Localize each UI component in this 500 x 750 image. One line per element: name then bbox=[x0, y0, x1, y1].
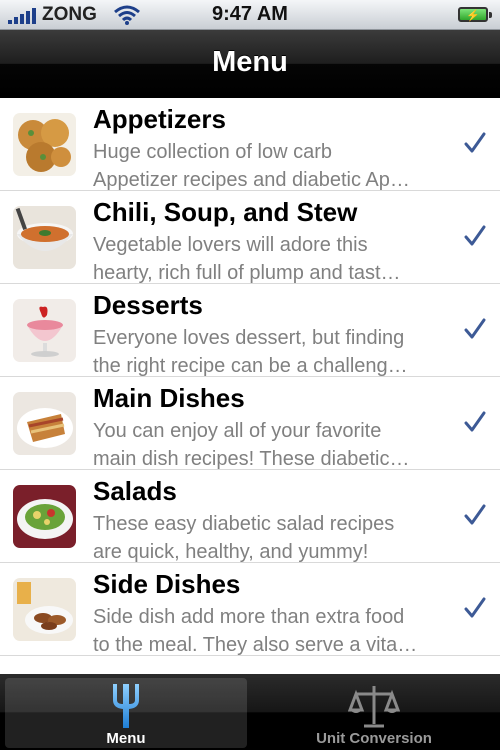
item-title: Main Dishes bbox=[93, 383, 245, 413]
list-item-chili-soup-stew[interactable]: Chili, Soup, and Stew Vegetable lovers w… bbox=[0, 191, 500, 284]
item-description-line: These easy diabetic salad recipes bbox=[93, 513, 395, 535]
item-description: Vegetable lovers will adore this hearty,… bbox=[93, 231, 453, 287]
scale-icon bbox=[347, 686, 401, 728]
item-description-line: hearty, rich full of plump and tast… bbox=[93, 262, 401, 284]
fork-icon bbox=[113, 684, 139, 728]
item-description: These easy diabetic salad recipes are qu… bbox=[93, 510, 453, 566]
item-description-line: Side dish add more than extra food bbox=[93, 606, 405, 628]
item-description: You can enjoy all of your favorite main … bbox=[93, 417, 453, 473]
page-title: Menu bbox=[212, 46, 288, 78]
salad-photo-icon bbox=[13, 485, 76, 548]
list-item-desserts[interactable]: Desserts Everyone loves dessert, but fin… bbox=[0, 284, 500, 377]
item-title: Desserts bbox=[93, 290, 203, 320]
item-description-line: to the meal. They also serve a vita… bbox=[93, 634, 418, 656]
item-title: Appetizers bbox=[93, 104, 226, 134]
soup-photo-icon bbox=[13, 206, 76, 269]
list-item-appetizers[interactable]: Appetizers Huge collection of low carb A… bbox=[0, 98, 500, 191]
tab-label: Menu bbox=[106, 730, 146, 747]
checkmark-icon bbox=[464, 318, 486, 339]
item-description-line: are quick, healthy, and yummy! bbox=[93, 541, 369, 563]
list-item-side-dishes[interactable]: Side Dishes Side dish add more than extr… bbox=[0, 563, 500, 656]
navigation-bar: Menu bbox=[0, 30, 500, 98]
status-time: 9:47 AM bbox=[212, 3, 288, 25]
item-description-line: Everyone loves dessert, but finding bbox=[93, 327, 405, 349]
item-description-line: main dish recipes! These diabetic… bbox=[93, 448, 410, 470]
appetizers-photo-icon bbox=[13, 113, 76, 176]
item-description-line: Huge collection of low carb bbox=[93, 141, 333, 163]
battery-icon: ⚡ bbox=[458, 7, 492, 22]
list-item-salads[interactable]: Salads These easy diabetic salad recipes… bbox=[0, 470, 500, 563]
item-description: Side dish add more than extra food to th… bbox=[93, 603, 453, 659]
tab-bar: Menu Unit Conversion bbox=[0, 674, 500, 750]
status-bar: ZONG 9:47 AM ⚡ bbox=[0, 0, 500, 30]
item-title: Salads bbox=[93, 476, 177, 506]
checkmark-icon bbox=[464, 504, 486, 525]
tab-menu[interactable]: Menu bbox=[5, 678, 247, 748]
item-description-line: Vegetable lovers will adore this bbox=[93, 234, 368, 256]
dessert-photo-icon bbox=[13, 299, 76, 362]
item-description: Huge collection of low carb Appetizer re… bbox=[93, 138, 453, 194]
item-description-line: the right recipe can be a challeng… bbox=[93, 355, 408, 377]
item-description: Everyone loves dessert, but finding the … bbox=[93, 324, 453, 380]
main-dish-photo-icon bbox=[13, 392, 76, 455]
menu-list[interactable]: Appetizers Huge collection of low carb A… bbox=[0, 98, 500, 674]
list-item-main-dishes[interactable]: Main Dishes You can enjoy all of your fa… bbox=[0, 377, 500, 470]
tab-unit-conversion[interactable]: Unit Conversion bbox=[253, 678, 495, 748]
item-description-line: You can enjoy all of your favorite bbox=[93, 420, 382, 442]
item-title: Side Dishes bbox=[93, 569, 241, 599]
checkmark-icon bbox=[464, 132, 486, 153]
side-dish-photo-icon bbox=[13, 578, 76, 641]
checkmark-icon bbox=[464, 225, 486, 246]
item-description-line: Appetizer recipes and diabetic Ap… bbox=[93, 169, 410, 191]
checkmark-icon bbox=[464, 597, 486, 618]
tab-label: Unit Conversion bbox=[316, 730, 432, 747]
item-title: Chili, Soup, and Stew bbox=[93, 197, 358, 227]
checkmark-icon bbox=[464, 411, 486, 432]
